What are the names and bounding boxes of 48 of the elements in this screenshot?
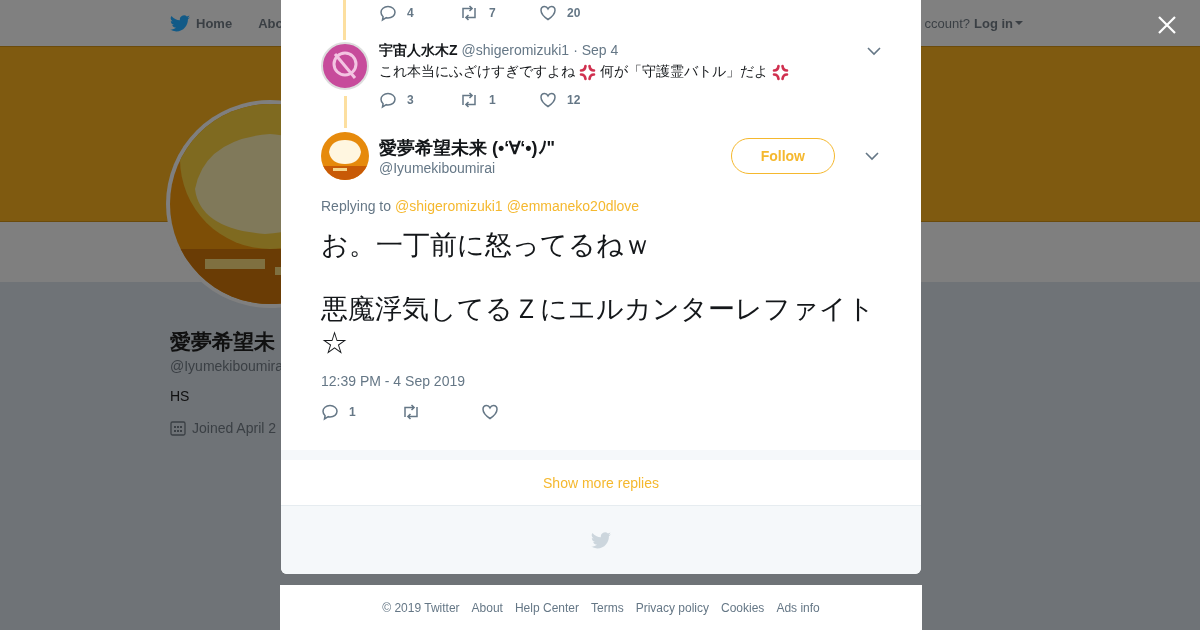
retweet-count: 7 bbox=[489, 6, 496, 20]
retweet-count: 1 bbox=[489, 93, 496, 107]
footer-link[interactable]: © 2019 Twitter bbox=[382, 600, 460, 615]
heart-icon[interactable] bbox=[481, 403, 499, 421]
reply-count: 3 bbox=[407, 93, 414, 107]
tweet-timestamp: 12:39 PM - 4 Sep 2019 bbox=[321, 373, 466, 389]
reply-icon[interactable] bbox=[321, 403, 339, 421]
reply-icon[interactable] bbox=[379, 4, 397, 22]
like-count: 12 bbox=[567, 93, 581, 107]
anger-icon bbox=[579, 63, 596, 81]
heart-icon[interactable] bbox=[539, 91, 557, 109]
profile-name: 愛夢希望未 bbox=[170, 329, 275, 355]
replying-label: Replying to bbox=[321, 198, 392, 214]
footer-link[interactable]: Privacy policy bbox=[635, 600, 709, 615]
tweet-text: これ本当にふざけすぎですよね bbox=[379, 63, 575, 81]
reply-count: 1 bbox=[349, 405, 356, 419]
heart-icon[interactable] bbox=[539, 4, 557, 22]
anger-icon bbox=[772, 63, 789, 81]
tweet-date[interactable]: · Sep 4 bbox=[573, 42, 619, 58]
footer-link[interactable]: Terms bbox=[591, 600, 624, 615]
login-link[interactable]: Log in bbox=[974, 15, 1023, 31]
tweet-text: 悪魔浮気してるＺにエルカンターレファイト☆ bbox=[321, 293, 876, 360]
tweet-text: お。一丁前に怒ってるねｗ bbox=[321, 229, 652, 262]
chevron-icon[interactable] bbox=[867, 46, 881, 56]
close-icon[interactable] bbox=[1158, 16, 1176, 34]
nav-link[interactable]: Home bbox=[170, 14, 233, 32]
footer-link[interactable]: About bbox=[471, 600, 503, 615]
retweet-icon[interactable] bbox=[459, 4, 479, 22]
user-name[interactable]: 愛夢希望未来 (•‘∀‘•)ﾉ" bbox=[379, 136, 721, 160]
like-count: 20 bbox=[567, 6, 581, 20]
tweet-text: 何が「守護霊バトル」だよ bbox=[600, 63, 768, 81]
user-name[interactable]: 宇宙人水木Z bbox=[379, 42, 458, 60]
bird-icon bbox=[591, 531, 611, 549]
user-handle: @shigeromizuki1 bbox=[461, 42, 570, 58]
reply-count: 4 bbox=[407, 6, 414, 20]
profile-bio: HS bbox=[170, 388, 191, 404]
footer-link[interactable]: Ads info bbox=[776, 600, 820, 615]
chevron-icon[interactable] bbox=[865, 151, 879, 161]
retweet-icon[interactable] bbox=[401, 403, 421, 421]
user-handle: @Iyumekiboumirai bbox=[379, 160, 497, 176]
footer-link[interactable]: Cookies bbox=[721, 600, 765, 615]
footer-link[interactable]: Help Center bbox=[514, 600, 579, 615]
calendar-icon bbox=[170, 420, 186, 436]
avatar-icon bbox=[321, 42, 369, 90]
retweet-icon[interactable] bbox=[459, 91, 479, 109]
account-prompt: ccount? bbox=[924, 15, 970, 31]
reply-icon[interactable] bbox=[379, 91, 397, 109]
bird-icon bbox=[170, 14, 190, 32]
